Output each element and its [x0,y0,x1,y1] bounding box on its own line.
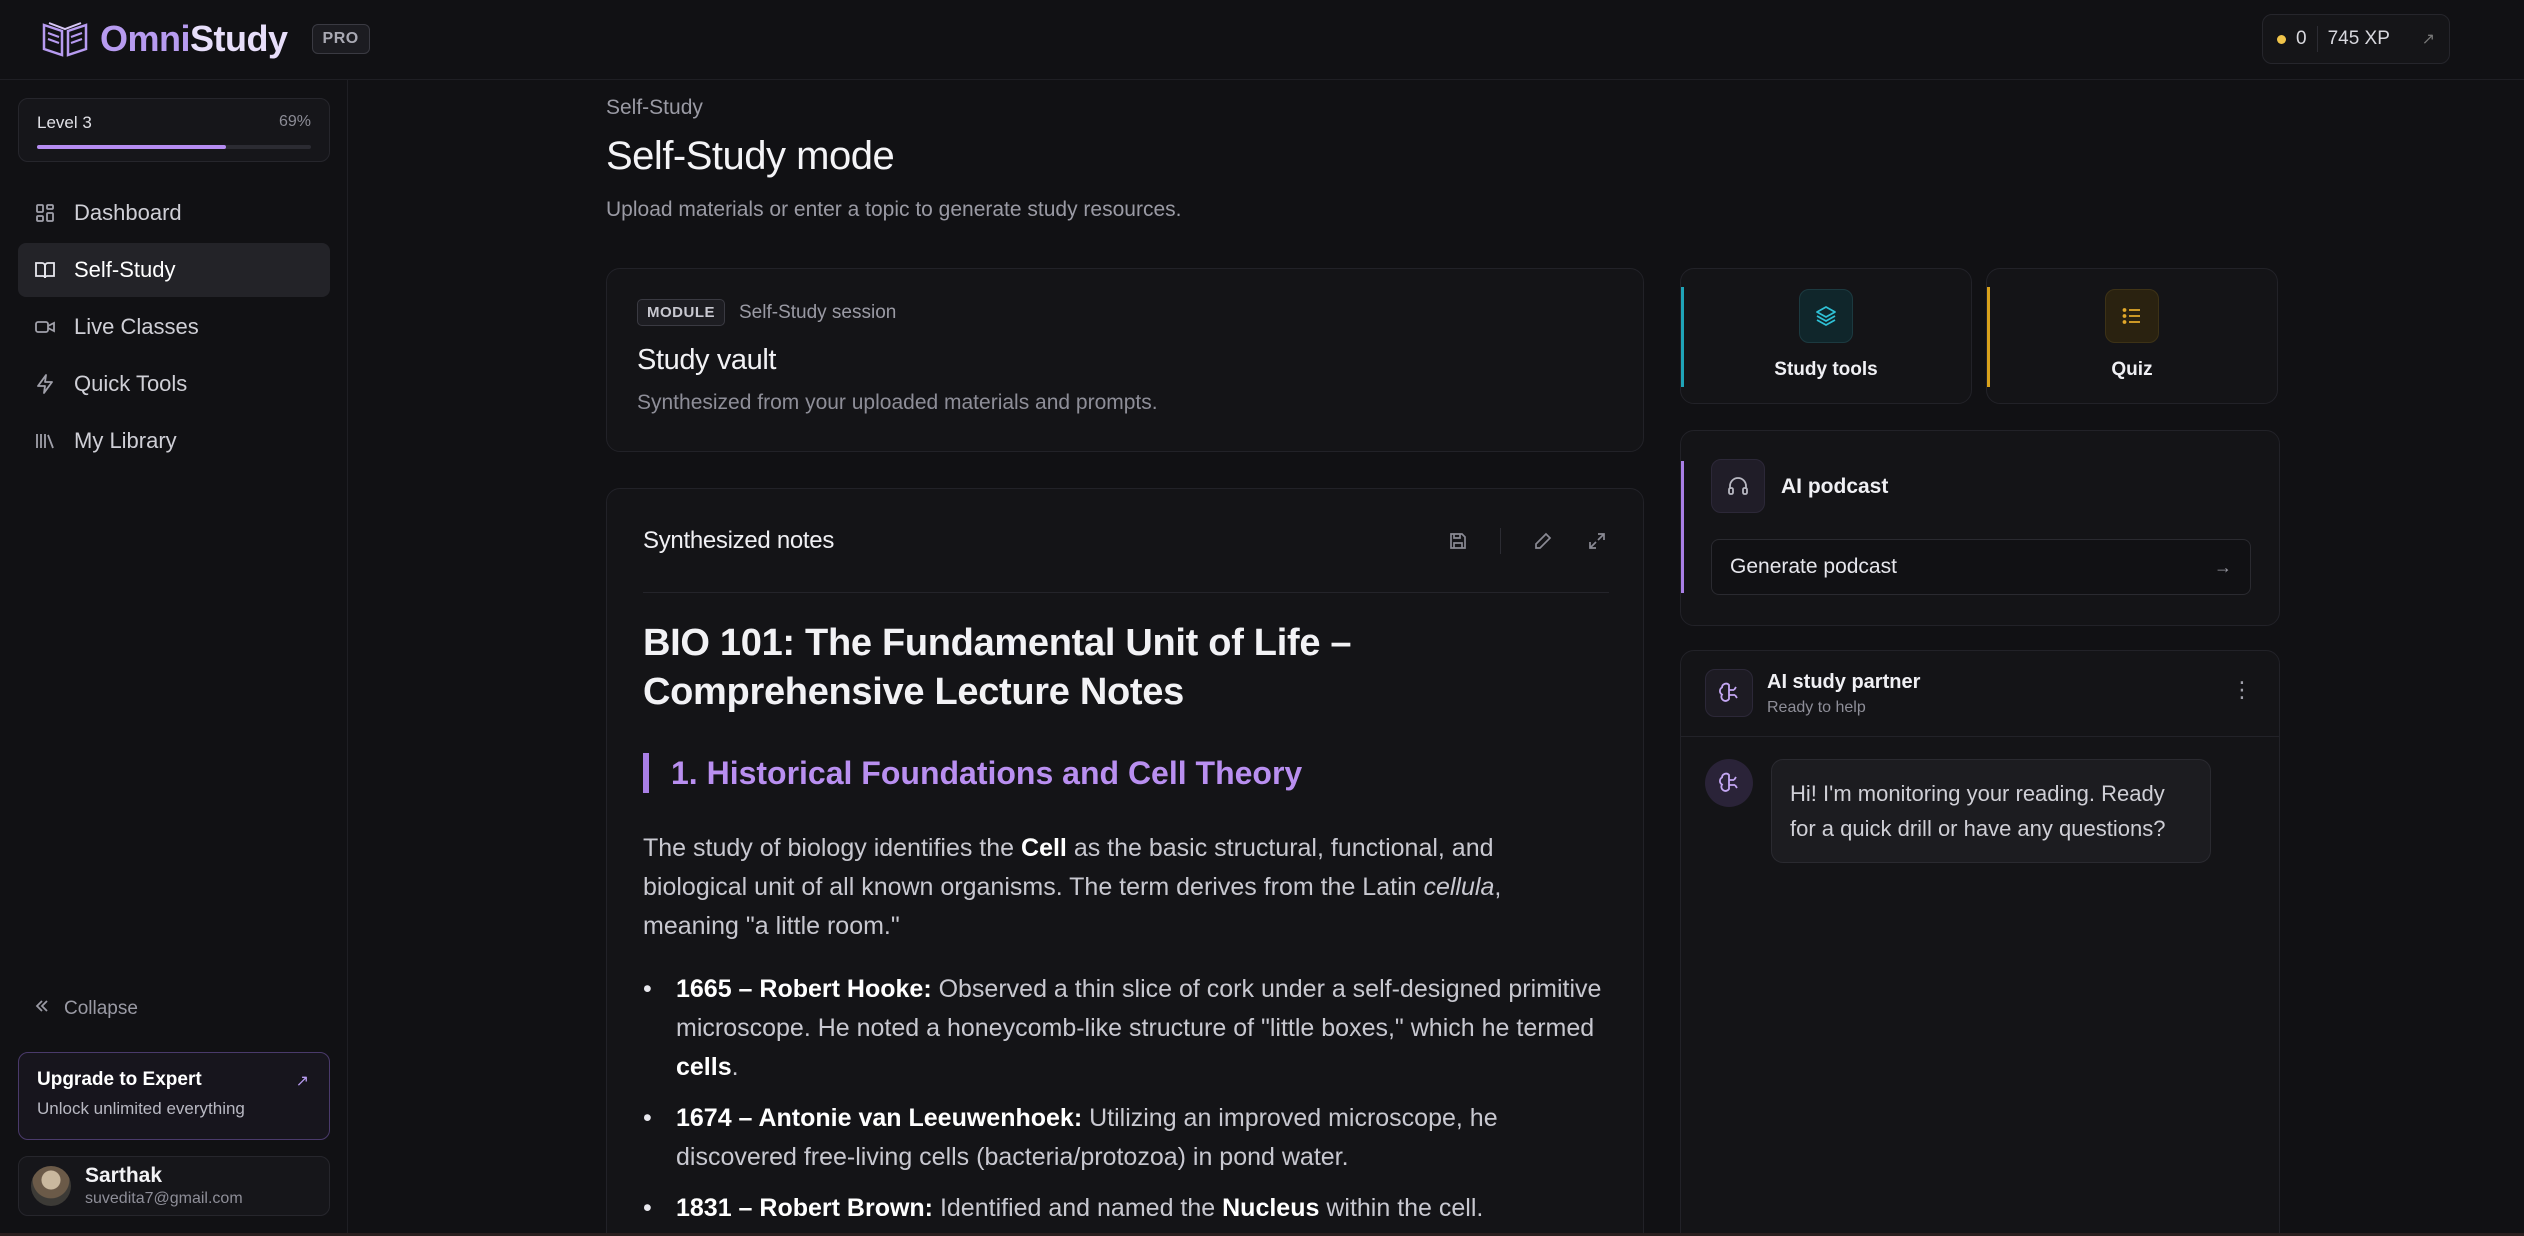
xp-counter[interactable]: 0 745 XP ↗ [2262,14,2450,64]
list-item: • 1831 – Robert Brown: Identified and nam… [643,1194,1484,1222]
list-item: • 1674 – Antonie van Leeuwenhoek: Utilizi… [643,1104,1498,1171]
app-name: OmniStudy [100,18,288,59]
sidebar-item-my-library[interactable]: My Library [18,414,330,468]
sidebar-item-dashboard[interactable]: Dashboard [18,186,330,240]
notes-content: BIO 101: The Fundamental Unit of Life – … [643,619,1603,1236]
expand-icon[interactable] [1585,529,1609,553]
upgrade-card[interactable]: Upgrade to Expert Unlock unlimited every… [18,1052,330,1140]
video-icon [34,316,56,338]
sidebar-item-live-classes[interactable]: Live Classes [18,300,330,354]
app-logo[interactable]: OmniStudy PRO [40,18,370,60]
more-vertical-icon[interactable]: ⋮ [2231,679,2253,701]
notes-heading: BIO 101: The Fundamental Unit of Life – … [643,622,1352,713]
chat-message: Hi! I'm monitoring your reading. Ready f… [1771,759,2211,863]
bullet-list: • 1665 – Robert Hooke: Observed a thin sl… [643,970,1603,1228]
vault-description: Synthesized from your uploaded materials… [637,391,1158,414]
avatar [31,1166,71,1206]
level-percent: 69% [278,113,311,130]
level-progress-bar [37,145,311,149]
page-title: Self-Study mode [606,134,895,178]
quiz-label: Quiz [2111,359,2153,380]
user-profile[interactable]: Sarthak suvedita7@gmail.com [18,1156,330,1216]
collapse-button[interactable]: Collapse [34,998,138,1020]
generate-podcast-button[interactable]: Generate podcast → [1711,539,2251,595]
upgrade-title: Upgrade to Expert [37,1069,202,1090]
level-card[interactable]: Level 3 69% [18,98,330,162]
upgrade-subtitle: Unlock unlimited everything [37,1099,245,1118]
accent-bar [1681,461,1684,593]
arrow-up-right-icon: ↗ [295,1073,309,1090]
assistant-avatar [1705,759,1753,807]
podcast-title: AI podcast [1781,475,1889,498]
edit-icon[interactable] [1531,529,1555,553]
ai-podcast-card: AI podcast Generate podcast → [1680,430,2280,626]
partner-status: Ready to help [1767,699,1866,716]
top-bar: OmniStudy PRO 0 745 XP ↗ [0,0,2524,80]
divider [1500,527,1501,554]
user-name: Sarthak [85,1164,163,1187]
partner-header: AI study partner Ready to help ⋮ [1681,651,2279,737]
notes-header: Synthesized notes [643,489,1609,593]
sidebar-item-self-study[interactable]: Self-Study [18,243,330,297]
divider [2316,26,2318,52]
sidebar-item-label: Quick Tools [74,371,188,396]
coin-icon [2277,34,2286,44]
level-label: Level 3 [37,113,92,132]
sidebar-item-label: Self-Study [74,257,176,282]
page-subtitle: Upload materials or enter a topic to gen… [606,198,1182,221]
session-label: Self-Study session [739,301,897,323]
vault-title: Study vault [637,344,777,376]
save-icon[interactable] [1446,529,1470,553]
sidebar-item-label: Dashboard [74,200,182,225]
synthesized-notes-card: Synthesized notes BIO 101: The Fundament… [606,488,1644,1236]
notes-title: Synthesized notes [643,526,835,554]
bolt-icon [34,373,56,395]
double-chevron-left-icon [34,998,50,1020]
headphones-icon [1711,459,1765,513]
list-item: • 1665 – Robert Hooke: Observed a thin sl… [643,975,1602,1081]
book-logo-icon [42,22,88,57]
sidebar: Level 3 69% Dashboard Self-Study Live Cl… [0,80,348,1236]
user-email: suvedita7@gmail.com [85,1190,243,1207]
sidebar-nav: Dashboard Self-Study Live Classes Quick … [18,186,330,471]
layers-icon [1799,289,1853,343]
library-icon [34,430,56,452]
study-tools-label: Study tools [1774,359,1878,380]
sidebar-item-label: My Library [74,428,177,453]
pro-badge: PRO [311,24,370,54]
sidebar-item-quick-tools[interactable]: Quick Tools [18,357,330,411]
book-icon [34,259,56,281]
sidebar-item-label: Live Classes [74,314,199,339]
study-tools-card[interactable]: Study tools [1680,268,1972,404]
partner-name: AI study partner [1767,671,1921,693]
ai-study-partner-panel: AI study partner Ready to help ⋮ Hi! I'm… [1680,650,2280,1236]
coin-count: 0 [2296,28,2307,49]
list-icon [2105,289,2159,343]
external-arrow-icon: ↗ [2421,31,2435,48]
breadcrumb[interactable]: Self-Study [606,96,703,120]
module-tag: MODULE [637,299,725,326]
brain-icon [1705,669,1753,717]
level-progress-fill [37,145,227,149]
xp-value: 745 XP [2327,28,2390,49]
grid-icon [34,202,56,224]
generate-podcast-label: Generate podcast [1730,555,1897,578]
quiz-card[interactable]: Quiz [1986,268,2278,404]
collapse-label: Collapse [64,998,138,1019]
paragraph: The study of biology identifies the Cell… [643,834,1502,940]
section-heading: 1. Historical Foundations and Cell Theor… [643,753,1603,793]
arrow-right-icon: → [2214,556,2232,577]
study-vault-card: MODULE Self-Study session Study vault Sy… [606,268,1644,452]
